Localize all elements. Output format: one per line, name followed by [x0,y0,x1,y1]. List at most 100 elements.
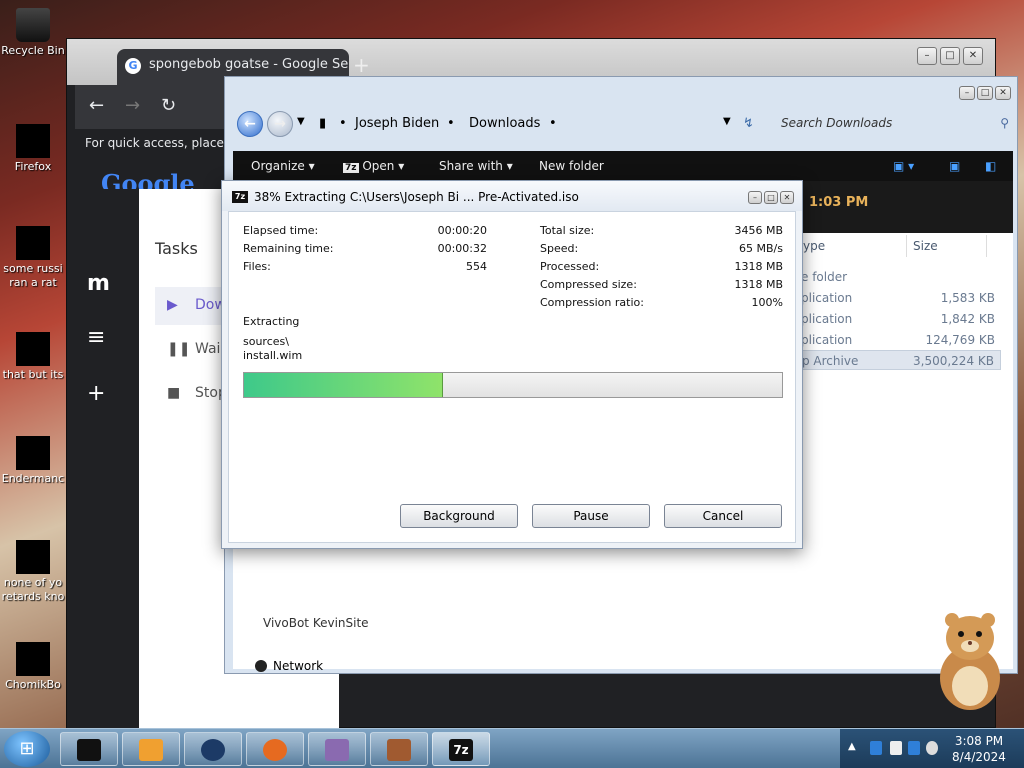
firefox-icon [263,739,287,761]
help-icon[interactable]: ◧ [985,159,996,173]
elapsed-time-value: 00:00:20 [437,224,487,237]
taskbar-item-media[interactable] [122,732,180,766]
system-tray: ▲ 3:08 PM 8/4/2024 [840,729,1024,768]
history-dropdown-icon[interactable]: ▼ [297,116,305,127]
refresh-icon[interactable]: ↯ [743,116,754,131]
close-button[interactable]: ✕ [963,47,983,65]
close-button[interactable]: ✕ [995,86,1011,100]
organize-button[interactable]: Organize ▾ [251,159,315,173]
folder-icon: ▮ [319,116,327,131]
files-label: Files: [243,260,271,273]
maximize-button[interactable]: □ [940,47,960,65]
address-dropdown-icon[interactable]: ▼ [723,116,731,127]
desktop-icon-russian[interactable]: some russi ran a rat [0,226,66,290]
file-row[interactable]: plication 1,842 KB [801,309,1001,329]
hamburger-icon[interactable]: ≡ [87,325,105,350]
file-row-selected[interactable]: p Archive 3,500,224 KB [801,350,1001,370]
reload-icon[interactable]: ↻ [161,95,176,116]
7zip-icon: 7z [232,191,248,203]
progress-fill [244,373,444,397]
taskbar: ⊞ 7z ▲ 3:08 PM 8/4/2024 [0,728,1024,768]
back-button[interactable]: ← [237,111,263,137]
globe-icon [201,739,225,761]
forward-arrow-icon[interactable]: → [125,95,140,116]
speed-label: Speed: [540,242,579,255]
chrome-toolbar: ← → ↻ [75,85,235,129]
column-header-type[interactable]: ype [797,235,907,257]
compression-ratio-value: 100% [751,296,783,309]
file-icon [16,436,50,470]
minimize-button[interactable]: – [959,86,975,100]
terminal-icon [77,739,101,761]
taskbar-item-7zip[interactable]: 7z [432,732,490,766]
desktop-icon-firefox[interactable]: Firefox [0,124,66,174]
bookmarks-hint: For quick access, place you [75,129,235,157]
file-row[interactable]: plication 124,769 KB [801,330,1001,350]
taskbar-item-installer[interactable] [370,732,428,766]
dialog-titlebar: 7z 38% Extracting C:\Users\Joseph Bi ...… [222,181,802,211]
preview-pane-icon[interactable]: ▣ [949,159,960,173]
add-icon[interactable]: + [87,381,105,406]
cancel-button[interactable]: Cancel [664,504,782,528]
taskbar-item-terminal[interactable] [60,732,118,766]
file-icon [16,540,50,574]
close-button[interactable]: ✕ [780,191,794,204]
nav-item-network[interactable]: Network [255,659,323,673]
file-icon [16,226,50,260]
breadcrumb-user[interactable]: Joseph Biden [355,116,439,131]
nav-item-vivobot[interactable]: VivoBot KevinSite [263,616,369,630]
chrome-window-controls: – □ ✕ [917,47,983,65]
taskbar-item-globe[interactable] [184,732,242,766]
clock-time: 3:08 PM [954,734,1004,748]
address-bar: ← → ▼ ▮ • Joseph Biden • Downloads • ▼ ↯… [233,105,1013,141]
taskbar-item-app[interactable] [308,732,366,766]
total-size-label: Total size: [540,224,595,237]
network-icon[interactable] [908,741,920,755]
search-icon: ⚲ [1000,116,1009,130]
desktop-icon-that-but[interactable]: that but its [0,332,66,382]
taskbar-item-firefox[interactable] [246,732,304,766]
compression-ratio-label: Compression ratio: [540,296,644,309]
open-button[interactable]: 7z Open ▾ [343,159,404,173]
view-icon[interactable]: ▣ ▾ [893,159,914,173]
new-tab-button[interactable]: + [353,53,370,77]
maximize-button[interactable]: □ [764,191,778,204]
new-folder-button[interactable]: New folder [539,159,604,173]
column-header-size[interactable]: Size [907,235,987,257]
forward-button[interactable]: → [267,111,293,137]
tray-flag-icon[interactable] [890,741,902,755]
maximize-button[interactable]: □ [977,86,993,100]
pause-button[interactable]: Pause [532,504,650,528]
menu-logo-icon[interactable]: m [87,271,110,296]
processed-value: 1318 MB [734,260,783,273]
desktop-icon-chomik[interactable]: ChomikBo [0,642,66,692]
breadcrumb-separator: • [447,116,455,131]
minimize-button[interactable]: – [917,47,937,65]
desktop-icon-enderman[interactable]: Endermanc [0,436,66,486]
dialog-body: Elapsed time: 00:00:20 Remaining time: 0… [228,211,796,543]
explorer-titlebar: – □ ✕ [225,77,1017,101]
share-with-button[interactable]: Share with ▾ [439,159,513,173]
start-button[interactable]: ⊞ [4,731,50,767]
minimize-button[interactable]: – [748,191,762,204]
clock[interactable]: 3:08 PM 8/4/2024 [944,733,1014,765]
remaining-time-value: 00:00:32 [437,242,487,255]
file-row[interactable]: plication 1,583 KB [801,288,1001,308]
desktop-icon-none-of-you[interactable]: none of yo retards kno [0,540,66,604]
network-icon [255,660,267,672]
volume-icon[interactable] [926,741,938,755]
back-arrow-icon[interactable]: ← [89,95,104,116]
pause-icon: ❚❚ [167,341,191,357]
breadcrumb-separator: • [549,116,557,131]
tray-expand-icon[interactable]: ▲ [848,741,856,752]
media-player-icon [139,739,163,761]
desktop-icon-recycle-bin[interactable]: Recycle Bin [0,8,66,58]
background-button[interactable]: Background [400,504,518,528]
file-row[interactable]: e folder [801,267,1001,287]
breadcrumb-downloads[interactable]: Downloads [469,116,540,131]
current-path: sources\ [243,335,289,348]
current-file: install.wim [243,349,303,362]
search-input[interactable]: Search Downloads ⚲ [773,110,1017,138]
tray-app-icon[interactable] [870,741,882,755]
banner-time: 1:03 PM [809,195,869,210]
